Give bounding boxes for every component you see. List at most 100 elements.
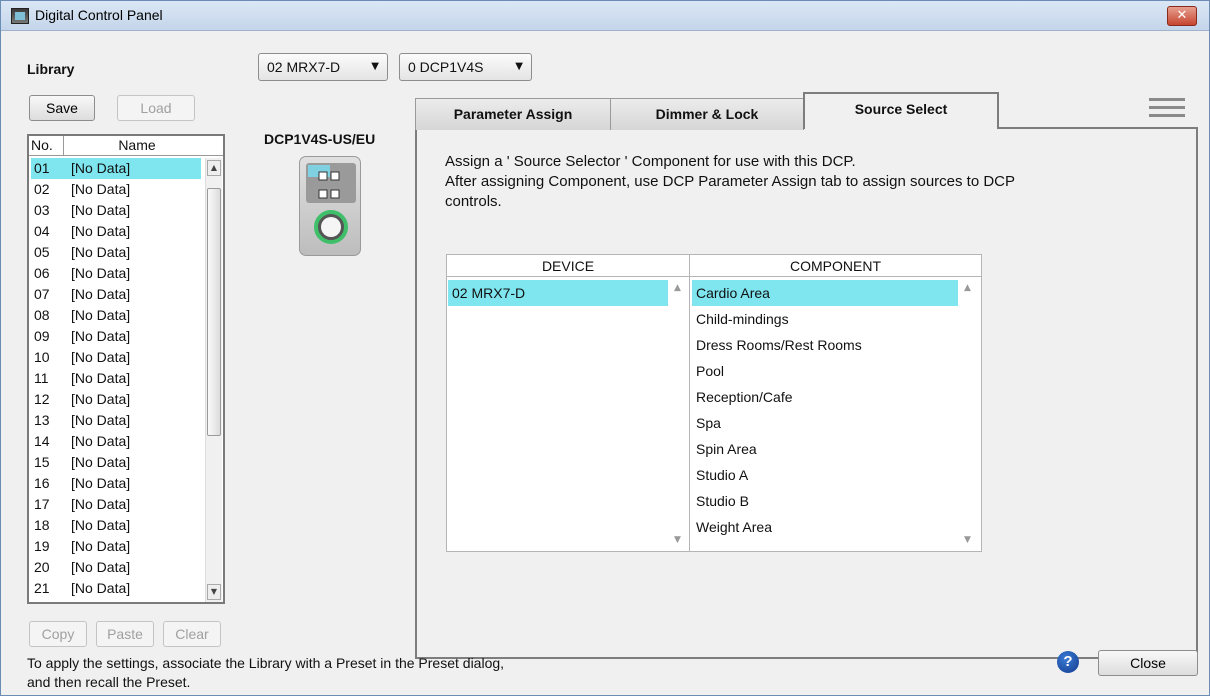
table-row[interactable]: 17 [No Data] [31,494,201,515]
component-list-item[interactable]: Dress Rooms/Rest Rooms [692,332,958,358]
table-row[interactable]: 19 [No Data] [31,536,201,557]
scroll-down-icon[interactable]: ▼ [207,584,221,600]
table-row[interactable]: 14 [No Data] [31,431,201,452]
tab-source-select[interactable]: Source Select [803,92,999,129]
component-list-item[interactable]: Weight Area [692,514,958,540]
component-list-item[interactable]: Studio B [692,488,958,514]
component-list-item[interactable]: Spa [692,410,958,436]
row-name: [No Data] [71,328,131,344]
library-scrollbar[interactable]: ▲ ▼ [205,158,222,602]
copy-button[interactable]: Copy [29,621,87,647]
scroll-down-icon[interactable]: ▼ [674,535,681,545]
row-name: [No Data] [71,244,131,260]
dcp-select[interactable]: 0 DCP1V4S ▼ [399,53,532,81]
app-icon [11,8,29,24]
table-row[interactable]: 20 [No Data] [31,557,201,578]
row-name: [No Data] [71,202,131,218]
row-name: [No Data] [71,559,131,575]
table-row[interactable]: 09 [No Data] [31,326,201,347]
scroll-down-icon[interactable]: ▼ [964,535,971,545]
table-row[interactable]: 05 [No Data] [31,242,201,263]
row-number: 15 [34,454,50,470]
hint-line-1: To apply the settings, associate the Lib… [27,655,505,671]
table-row[interactable]: 21 [No Data] [31,578,201,599]
table-row[interactable]: 08 [No Data] [31,305,201,326]
description-line-2: After assigning Component, use DCP Param… [445,173,1016,190]
scroll-up-icon[interactable]: ▲ [674,283,681,293]
row-number: 18 [34,517,50,533]
source-select-description: Assign a ' Source Selector ' Component f… [445,152,1185,212]
source-select-grid: DEVICE COMPONENT 02 MRX7-D Cardio Area Ch… [446,254,982,552]
row-number: 05 [34,244,50,260]
row-number: 06 [34,265,50,281]
row-number: 09 [34,328,50,344]
table-row[interactable]: 03 [No Data] [31,200,201,221]
menu-icon[interactable] [1149,98,1185,118]
component-list-item[interactable]: Child-mindings [692,306,958,332]
row-name: [No Data] [71,433,131,449]
table-row[interactable]: 12 [No Data] [31,389,201,410]
scroll-up-icon[interactable]: ▲ [207,160,221,176]
table-row[interactable]: 11 [No Data] [31,368,201,389]
save-button[interactable]: Save [29,95,95,121]
load-button[interactable]: Load [117,95,195,121]
table-row[interactable]: 10 [No Data] [31,347,201,368]
tab-parameter-assign[interactable]: Parameter Assign [415,98,611,130]
row-number: 04 [34,223,50,239]
table-row[interactable]: 07 [No Data] [31,284,201,305]
row-number: 13 [34,412,50,428]
row-name: [No Data] [71,223,131,239]
row-number: 16 [34,475,50,491]
paste-button[interactable]: Paste [96,621,154,647]
close-window-button[interactable]: ✕ [1167,6,1197,26]
component-list-item[interactable]: Reception/Cafe [692,384,958,410]
component-list-item[interactable]: Pool [692,358,958,384]
scroll-up-icon[interactable]: ▲ [964,283,971,293]
table-row[interactable]: 04 [No Data] [31,221,201,242]
table-row[interactable]: 06 [No Data] [31,263,201,284]
component-column-header: COMPONENT [690,255,981,277]
row-name: [No Data] [71,307,131,323]
table-row[interactable]: 18 [No Data] [31,515,201,536]
tab-dimmer-lock[interactable]: Dimmer & Lock [610,98,804,130]
row-name: [No Data] [71,496,131,512]
help-icon[interactable]: ? [1057,651,1079,673]
device-select[interactable]: 02 MRX7-D ▼ [258,53,388,81]
component-scrollbar[interactable]: ▲ ▼ [961,279,977,549]
table-row[interactable]: 16 [No Data] [31,473,201,494]
dcp-panel-image [299,156,361,256]
row-name: [No Data] [71,538,131,554]
row-name: [No Data] [71,454,131,470]
component-list-item[interactable]: Spin Area [692,436,958,462]
component-list-item[interactable]: Studio A [692,462,958,488]
close-button[interactable]: Close [1098,650,1198,676]
component-list-item[interactable]: Cardio Area [692,280,958,306]
table-row[interactable]: 01 [No Data] [31,158,201,179]
row-name: [No Data] [71,349,131,365]
table-row[interactable]: 02 [No Data] [31,179,201,200]
row-name: [No Data] [71,391,131,407]
device-column-header: DEVICE [447,255,689,277]
row-number: 14 [34,433,50,449]
library-table-header: No. Name [29,136,223,156]
table-row[interactable]: 13 [No Data] [31,410,201,431]
column-no: No. [31,137,53,153]
scroll-thumb[interactable] [207,188,221,436]
row-number: 19 [34,538,50,554]
table-row[interactable]: 15 [No Data] [31,452,201,473]
chevron-down-icon: ▼ [371,61,379,72]
row-name: [No Data] [71,160,131,176]
device-list-item[interactable]: 02 MRX7-D [448,280,668,306]
row-number: 01 [34,160,50,176]
clear-button[interactable]: Clear [163,621,221,647]
dcp-window: Digital Control Panel ✕ Library Save Loa… [0,0,1210,696]
title-bar: Digital Control Panel ✕ [1,1,1209,31]
row-number: 10 [34,349,50,365]
row-name: [No Data] [71,265,131,281]
row-name: [No Data] [71,580,131,596]
library-label: Library [27,61,75,77]
row-number: 11 [34,370,49,386]
device-scrollbar[interactable]: ▲ ▼ [671,279,687,549]
dcp-model-label: DCP1V4S-US/EU [264,131,376,147]
description-line-1: Assign a ' Source Selector ' Component f… [445,153,856,170]
